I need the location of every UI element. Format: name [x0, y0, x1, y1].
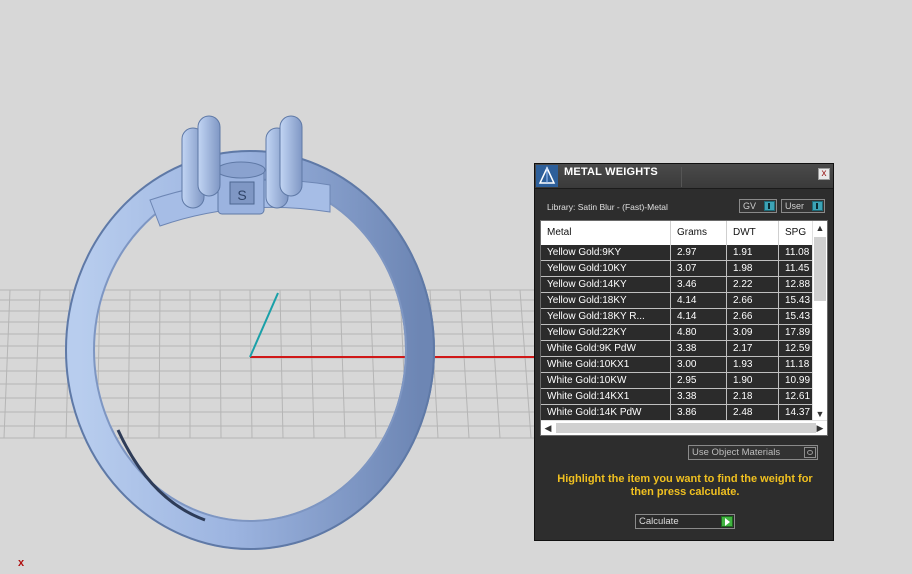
cell-grams: 3.38 [671, 389, 727, 404]
metal-list[interactable]: Metal Grams DWT SPG Yellow Gold:9KY 2.97 1… [540, 220, 828, 436]
metal-weights-panel: METAL WEIGHTS x Library: Satin Blur - (F… [534, 163, 834, 541]
column-header-dwt[interactable]: DWT [727, 221, 779, 245]
cell-dwt: 3.09 [727, 325, 779, 340]
cell-spg: 12.59 [779, 341, 813, 356]
list-item[interactable]: Yellow Gold:18KY 4.14 2.66 15.43 [541, 293, 813, 309]
play-icon [721, 516, 733, 527]
use-object-materials-label: Use Object Materials [692, 447, 781, 458]
title-separator [681, 167, 682, 187]
gv-toggle[interactable]: GV [739, 199, 777, 213]
cell-dwt: 1.90 [727, 373, 779, 388]
user-toggle-icon [812, 201, 823, 211]
cell-spg: 11.08 [779, 245, 813, 260]
column-header-grams[interactable]: Grams [671, 221, 727, 245]
scroll-down-icon[interactable]: ▼ [813, 407, 827, 421]
cell-dwt: 1.93 [727, 357, 779, 372]
cell-grams: 3.07 [671, 261, 727, 276]
horizontal-scrollbar[interactable]: ◀ ▶ [541, 420, 827, 435]
panel-titlebar[interactable]: METAL WEIGHTS x [535, 164, 833, 189]
cell-grams: 2.95 [671, 373, 727, 388]
list-item[interactable]: Yellow Gold:22KY 4.80 3.09 17.89 [541, 325, 813, 341]
cell-dwt: 2.18 [727, 389, 779, 404]
cell-grams: 4.14 [671, 293, 727, 308]
radio-icon [804, 447, 816, 458]
cell-metal: White Gold:14K PdW [541, 405, 671, 420]
cell-metal: White Gold:14KX1 [541, 389, 671, 404]
scroll-right-icon[interactable]: ▶ [813, 421, 827, 435]
cell-grams: 4.80 [671, 325, 727, 340]
list-item[interactable]: Yellow Gold:10KY 3.07 1.98 11.45 [541, 261, 813, 277]
cell-dwt: 2.66 [727, 309, 779, 324]
scroll-left-icon[interactable]: ◀ [541, 421, 555, 435]
list-item[interactable]: White Gold:9K PdW 3.38 2.17 12.59 [541, 341, 813, 357]
cell-spg: 12.61 [779, 389, 813, 404]
svg-text:S: S [237, 187, 246, 203]
cell-spg: 15.43 [779, 293, 813, 308]
cell-dwt: 2.66 [727, 293, 779, 308]
cell-spg: 11.45 [779, 261, 813, 276]
cell-grams: 3.86 [671, 405, 727, 420]
y-axis-line [249, 292, 279, 358]
use-object-materials-toggle[interactable]: Use Object Materials [688, 445, 818, 460]
cell-dwt: 1.98 [727, 261, 779, 276]
close-button[interactable]: x [818, 168, 830, 180]
calculate-label: Calculate [639, 516, 679, 527]
column-header-metal[interactable]: Metal [541, 221, 671, 245]
cell-spg: 15.43 [779, 309, 813, 324]
gv-toggle-icon [764, 201, 775, 211]
cell-spg: 17.89 [779, 325, 813, 340]
cell-metal: Yellow Gold:10KY [541, 261, 671, 276]
cell-metal: White Gold:10KX1 [541, 357, 671, 372]
cell-spg: 11.18 [779, 357, 813, 372]
list-item[interactable]: White Gold:10KW 2.95 1.90 10.99 [541, 373, 813, 389]
list-rows: Yellow Gold:9KY 2.97 1.91 11.08 Yellow Gold:… [541, 245, 813, 421]
library-label: Library: Satin Blur - (Fast)-Metal [547, 202, 668, 212]
instruction-text: Highlight the item you want to find the … [557, 473, 813, 498]
cell-metal: White Gold:10KW [541, 373, 671, 388]
cell-dwt: 1.91 [727, 245, 779, 260]
list-header: Metal Grams DWT SPG [541, 221, 813, 245]
vertical-scrollbar[interactable]: ▲ ▼ [812, 221, 827, 421]
cell-grams: 3.46 [671, 277, 727, 292]
cell-dwt: 2.17 [727, 341, 779, 356]
list-item[interactable]: Yellow Gold:14KY 3.46 2.22 12.88 [541, 277, 813, 293]
cell-metal: Yellow Gold:14KY [541, 277, 671, 292]
cell-grams: 2.97 [671, 245, 727, 260]
axis-origin-label: x [18, 557, 25, 569]
cell-metal: Yellow Gold:22KY [541, 325, 671, 340]
cell-spg: 12.88 [779, 277, 813, 292]
list-item[interactable]: White Gold:14KX1 3.38 2.18 12.61 [541, 389, 813, 405]
panel-title: METAL WEIGHTS [564, 166, 658, 178]
cell-dwt: 2.22 [727, 277, 779, 292]
column-header-spg[interactable]: SPG [779, 221, 813, 245]
gv-toggle-label: GV [743, 201, 757, 211]
list-item[interactable]: Yellow Gold:18KY R... 4.14 2.66 15.43 [541, 309, 813, 325]
cell-dwt: 2.48 [727, 405, 779, 420]
user-toggle[interactable]: User [781, 199, 825, 213]
app-logo-icon [536, 165, 558, 187]
ring-model: S [65, 115, 435, 550]
cell-metal: White Gold:9K PdW [541, 341, 671, 356]
calculate-button[interactable]: Calculate [635, 514, 735, 529]
list-item[interactable]: White Gold:14K PdW 3.86 2.48 14.37 [541, 405, 813, 421]
cell-grams: 3.00 [671, 357, 727, 372]
cell-metal: Yellow Gold:18KY R... [541, 309, 671, 324]
cell-metal: Yellow Gold:18KY [541, 293, 671, 308]
scroll-up-icon[interactable]: ▲ [813, 221, 827, 235]
cell-spg: 10.99 [779, 373, 813, 388]
list-item[interactable]: White Gold:10KX1 3.00 1.93 11.18 [541, 357, 813, 373]
list-item[interactable]: Yellow Gold:9KY 2.97 1.91 11.08 [541, 245, 813, 261]
horizontal-scroll-thumb[interactable] [556, 423, 816, 433]
cell-spg: 14.37 [779, 405, 813, 420]
cell-grams: 3.38 [671, 341, 727, 356]
cell-metal: Yellow Gold:9KY [541, 245, 671, 260]
cell-grams: 4.14 [671, 309, 727, 324]
user-toggle-label: User [785, 201, 805, 211]
vertical-scroll-thumb[interactable] [814, 237, 826, 301]
